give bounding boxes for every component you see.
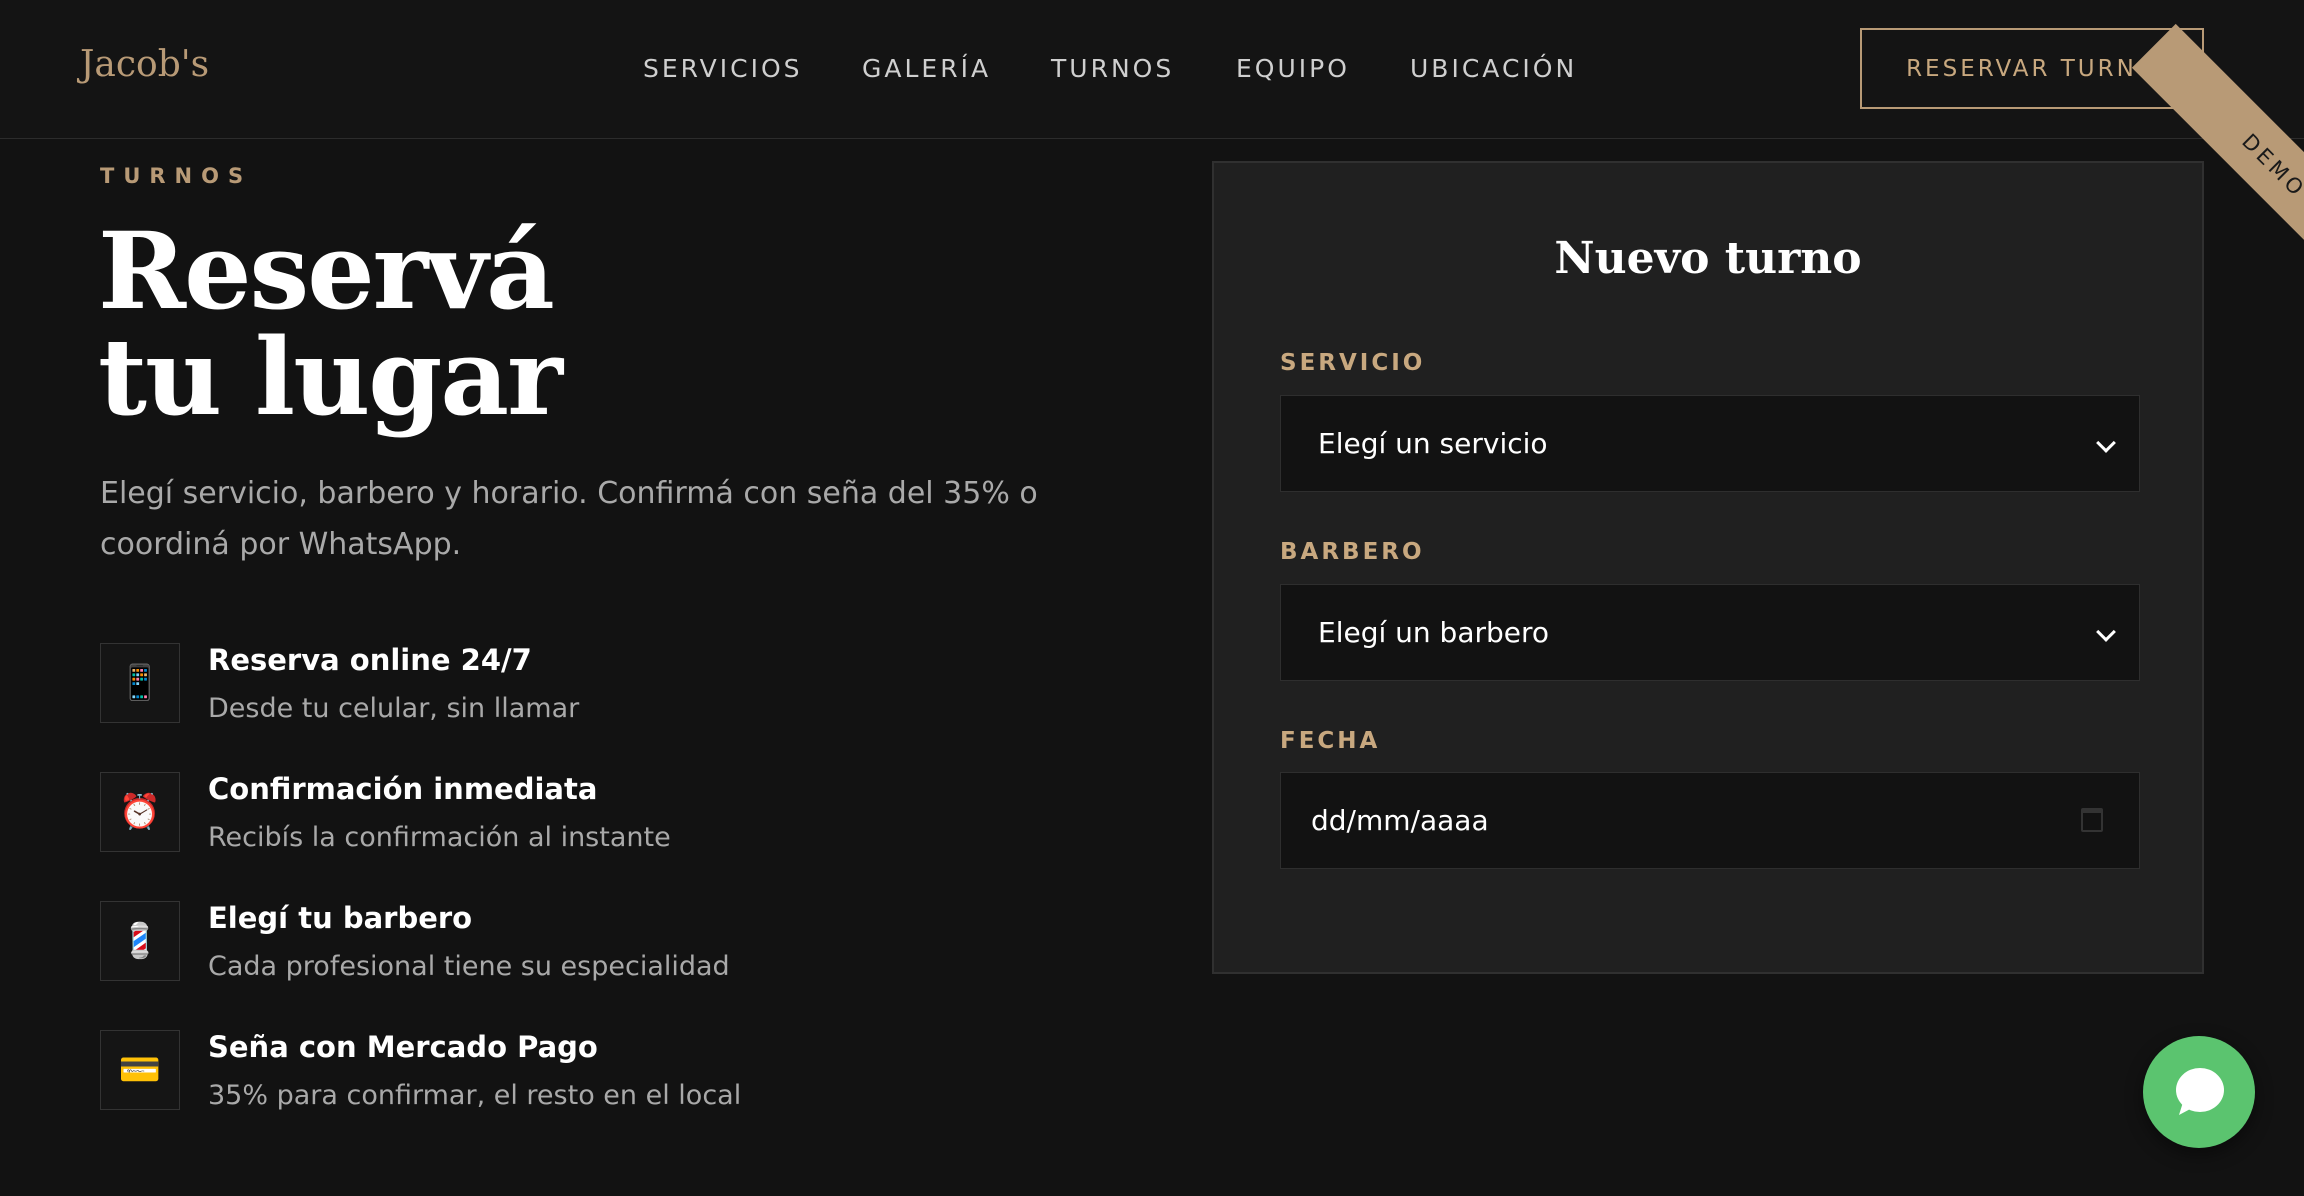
whatsapp-chat-icon [2176, 1068, 2224, 1115]
booking-form-card: Nuevo turno SERVICIO Elegí un servicio B… [1212, 161, 2204, 974]
feature-title: Seña con Mercado Pago [208, 1030, 598, 1064]
hero-subtitle: Elegí servicio, barbero y horario. Confi… [100, 476, 1038, 562]
nav-servicios[interactable]: SERVICIOS [643, 54, 803, 83]
hero-title-line-1: Reservá [98, 208, 555, 333]
feature-title: Reserva online 24/7 [208, 643, 532, 677]
form-title: Nuevo turno [1554, 233, 1862, 284]
feature-description: Recibís la confirmación al instante [208, 822, 671, 853]
feature-item: 💈 Elegí tu barbero Cada profesional tien… [100, 901, 1000, 991]
feature-title: Confirmación inmediata [208, 772, 598, 806]
chevron-down-icon [2096, 433, 2116, 453]
section-eyebrow: TURNOS [100, 164, 253, 188]
chevron-down-icon [2096, 622, 2116, 642]
reserve-appointment-button[interactable]: RESERVAR TURNO [1860, 28, 2204, 109]
hero-title: Reservá tu lugar [98, 218, 998, 430]
hero-title-line-2: tu lugar [98, 314, 563, 439]
whatsapp-chat-button[interactable] [2143, 1036, 2255, 1148]
alarm-clock-icon: ⏰ [100, 772, 180, 852]
feature-description: 35% para confirmar, el resto en el local [208, 1080, 742, 1111]
mobile-phone-icon: 📱 [100, 643, 180, 723]
calendar-icon[interactable] [2081, 808, 2103, 832]
nav-turnos[interactable]: TURNOS [1051, 54, 1174, 83]
nav-ubicacion[interactable]: UBICACIÓN [1410, 54, 1577, 83]
barber-label: BARBERO [1280, 539, 1425, 565]
nav-galeria[interactable]: GALERÍA [862, 54, 991, 83]
site-header: Jacob's SERVICIOS GALERÍA TURNOS EQUIPO … [0, 0, 2304, 139]
feature-description: Desde tu celular, sin llamar [208, 693, 580, 724]
barber-pole-icon: 💈 [100, 901, 180, 981]
service-label: SERVICIO [1280, 350, 1426, 376]
date-input[interactable]: dd/mm/aaaa [1280, 772, 2140, 869]
service-select-value: Elegí un servicio [1318, 427, 1548, 460]
feature-title: Elegí tu barbero [208, 901, 473, 935]
nav-equipo[interactable]: EQUIPO [1236, 54, 1350, 83]
date-label: FECHA [1280, 728, 1381, 754]
date-input-placeholder: dd/mm/aaaa [1311, 804, 1489, 837]
feature-item: 💳 Seña con Mercado Pago 35% para confirm… [100, 1030, 1000, 1120]
feature-description: Cada profesional tiene su especialidad [208, 951, 730, 982]
feature-item: ⏰ Confirmación inmediata Recibís la conf… [100, 772, 1000, 862]
barber-select[interactable]: Elegí un barbero [1280, 584, 2140, 681]
barber-select-value: Elegí un barbero [1318, 616, 1550, 649]
credit-card-icon: 💳 [100, 1030, 180, 1110]
site-logo[interactable]: Jacob's [80, 44, 209, 85]
service-select[interactable]: Elegí un servicio [1280, 395, 2140, 492]
feature-item: 📱 Reserva online 24/7 Desde tu celular, … [100, 643, 1000, 733]
